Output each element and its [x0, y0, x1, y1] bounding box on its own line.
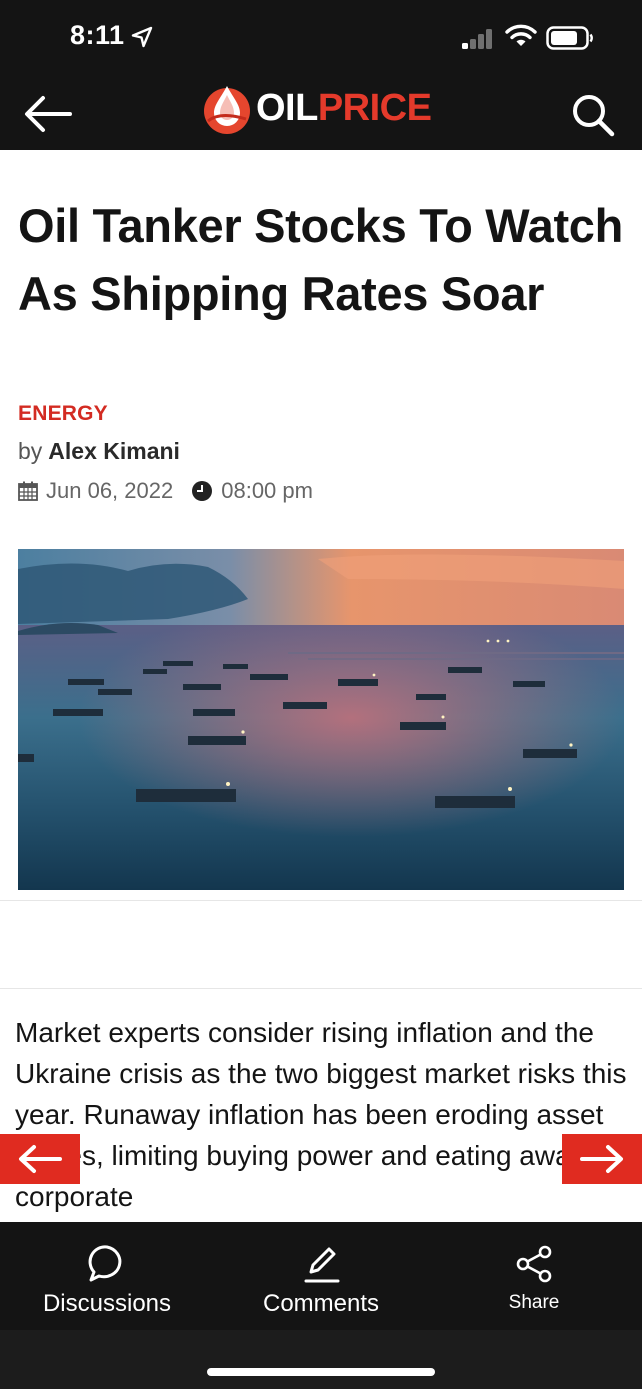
previous-article-button[interactable] — [0, 1134, 80, 1184]
oilprice-logo[interactable]: OILPRICE — [200, 78, 432, 138]
app-header: OILPRICE — [0, 78, 642, 150]
share-icon — [516, 1245, 552, 1283]
tab-comments[interactable]: Comments — [254, 1222, 388, 1330]
calendar-icon — [18, 481, 38, 501]
publish-time: 08:00 pm — [221, 478, 313, 503]
tab-discussions[interactable]: Discussions — [36, 1222, 178, 1330]
bottom-tab-bar: Discussions Comments Share — [0, 1222, 642, 1330]
next-article-button[interactable] — [562, 1134, 642, 1184]
byline: by Alex Kimani — [18, 438, 180, 465]
arrow-left-icon — [19, 1145, 62, 1173]
article-meta: Jun 06, 2022 08:00 pm — [18, 478, 313, 504]
author-link[interactable]: Alex Kimani — [48, 438, 180, 464]
by-label: by — [18, 438, 43, 464]
tab-label: Share — [508, 1292, 560, 1313]
article-title: Oil Tanker Stocks To Watch As Shipping R… — [18, 199, 624, 320]
location-arrow-icon — [131, 26, 153, 48]
clock-icon — [192, 481, 213, 501]
back-button[interactable] — [20, 90, 76, 138]
oil-drop-logo-icon — [204, 86, 250, 134]
divider — [0, 988, 642, 989]
battery-icon — [546, 26, 593, 50]
status-time: 8:11 — [70, 20, 125, 50]
pencil-icon — [304, 1247, 340, 1283]
publish-date: Jun 06, 2022 — [46, 478, 174, 503]
speech-bubble-icon — [88, 1245, 122, 1282]
arrow-left-icon — [25, 96, 72, 132]
category-link[interactable]: ENERGY — [18, 402, 108, 426]
tab-share[interactable]: Share — [494, 1222, 574, 1330]
arrow-right-icon — [580, 1145, 623, 1173]
logo-price-text: PRICE — [317, 86, 432, 129]
search-button[interactable] — [566, 88, 620, 142]
logo-oil-text: OIL — [256, 86, 318, 129]
tab-label: Discussions — [42, 1290, 172, 1317]
cellular-signal-icon — [462, 29, 492, 49]
divider — [0, 900, 642, 901]
article-body: Market experts consider rising inflation… — [15, 1017, 627, 1212]
home-indicator-area — [0, 1330, 642, 1389]
search-icon — [573, 95, 615, 137]
article-content: Oil Tanker Stocks To Watch As Shipping R… — [0, 150, 642, 1222]
article-hero-image[interactable] — [18, 549, 624, 890]
wifi-icon — [505, 24, 537, 46]
status-bar: 8:11 — [0, 0, 642, 78]
home-indicator[interactable] — [207, 1368, 435, 1376]
tab-label: Comments — [262, 1290, 380, 1317]
